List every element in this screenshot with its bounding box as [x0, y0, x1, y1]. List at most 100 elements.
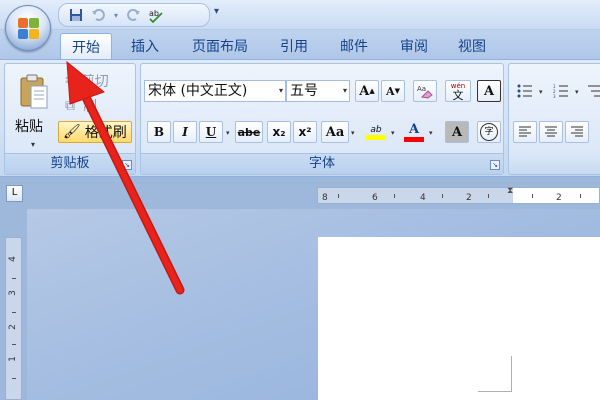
ruler-tick-line — [488, 194, 489, 198]
bold-button[interactable]: B — [147, 121, 171, 143]
font-color-button[interactable]: A — [401, 119, 427, 145]
ruler-tick: 8 — [322, 193, 328, 203]
clipboard-group-label: 剪贴板 — [5, 153, 135, 174]
customize-toolbar-icon[interactable]: ▾ — [214, 6, 219, 17]
change-case-button[interactable]: Aa — [321, 121, 349, 143]
font-dialog-launcher-icon[interactable]: ↘ — [490, 160, 500, 170]
font-name-combobox[interactable]: 宋体 (中文正文) ▾ — [144, 80, 286, 102]
italic-button[interactable]: I — [173, 121, 197, 143]
font-size-combobox[interactable]: 五号 ▾ — [286, 80, 350, 102]
paste-dropdown-icon[interactable]: ▾ — [31, 140, 35, 149]
tab-home[interactable]: 开始 — [60, 33, 112, 59]
underline-button[interactable]: U — [199, 121, 223, 143]
font-name-value: 宋体 (中文正文) — [148, 83, 248, 99]
font-color-dropdown-icon[interactable]: ▾ — [429, 129, 433, 137]
copy-button[interactable]: ⧉ 制 — [65, 95, 97, 117]
superscript-button[interactable]: x² — [293, 121, 317, 143]
office-button[interactable] — [5, 5, 51, 51]
spelling-icon[interactable]: ab — [147, 6, 165, 24]
character-shading-button[interactable]: A — [445, 121, 469, 143]
svg-text:Aa: Aa — [417, 85, 426, 93]
enclose-characters-button[interactable]: 字 — [477, 121, 501, 143]
tab-page-layout[interactable]: 页面布局 — [180, 33, 260, 59]
ruler-tick: 6 — [372, 193, 378, 203]
paragraph-group: ▾ 123 ▾ — [508, 63, 600, 175]
phonetic-guide-button[interactable]: wén 文 — [445, 80, 471, 102]
align-center-icon[interactable] — [539, 121, 563, 143]
tab-references[interactable]: 引用 — [268, 33, 320, 59]
align-right-icon[interactable] — [565, 121, 589, 143]
brush-icon: 🖌 — [63, 124, 81, 140]
svg-text:3: 3 — [553, 94, 556, 98]
undo-dropdown-icon[interactable]: ▾ — [111, 6, 121, 24]
highlight-button[interactable]: ab — [363, 119, 389, 145]
ruler-tick-line — [12, 312, 16, 313]
highlight-dropdown-icon[interactable]: ▾ — [391, 129, 395, 137]
grow-arrow-icon: ▲ — [369, 87, 375, 95]
ribbon-tabs: 开始 插入 页面布局 引用 邮件 审阅 视图 — [0, 30, 600, 59]
vertical-ruler[interactable]: 4 3 2 1 — [5, 237, 22, 400]
cut-label: 剪切 — [80, 74, 109, 90]
shrink-arrow-icon: ▼ — [394, 87, 400, 95]
indent-marker-icon[interactable]: ⧗ — [507, 186, 513, 196]
clipboard-dialog-launcher-icon[interactable]: ↘ — [122, 160, 132, 170]
ruler-tick-line — [394, 194, 395, 198]
tab-review[interactable]: 审阅 — [388, 33, 440, 59]
quick-access-toolbar: ▾ ab — [58, 3, 210, 27]
paste-button[interactable]: 粘贴 ▾ — [11, 70, 59, 154]
page-margin-corner-mark — [511, 356, 512, 392]
redo-icon[interactable] — [125, 6, 143, 24]
highlight-color-bar — [366, 134, 386, 140]
numbering-icon[interactable]: 123 — [549, 80, 573, 102]
strikethrough-button[interactable]: abe — [235, 121, 263, 143]
clipboard-group: 粘贴 ▾ ✂ 剪切 ⧉ 制 🖌 格式刷 剪贴板 ↘ — [4, 63, 136, 175]
font-color-bar — [404, 137, 424, 142]
ruler-tick: 2 — [7, 324, 18, 330]
ruler-tick: 4 — [420, 193, 426, 203]
tab-view[interactable]: 视图 — [446, 33, 498, 59]
ruler-margin-area — [318, 188, 513, 203]
font-group-label: 字体 — [141, 153, 503, 174]
ribbon: 粘贴 ▾ ✂ 剪切 ⧉ 制 🖌 格式刷 剪贴板 ↘ 宋体 (中文正文) ▾ 五号… — [0, 59, 600, 177]
ruler-tick: 4 — [7, 256, 18, 262]
format-painter-button[interactable]: 🖌 格式刷 — [58, 121, 132, 143]
font-name-dropdown-icon[interactable]: ▾ — [279, 81, 283, 101]
ruler-tick: 3 — [7, 290, 18, 296]
multilevel-list-icon[interactable] — [583, 80, 600, 102]
ruler-tick: 2 — [556, 193, 562, 203]
tab-selector-button[interactable]: L — [6, 185, 23, 202]
grow-font-button[interactable]: A ▲ — [355, 80, 379, 102]
copy-icon: ⧉ — [65, 98, 75, 114]
ruler-tick-line — [338, 194, 339, 198]
ruler-tick: 1 — [7, 356, 18, 362]
copy-label: 制 — [83, 99, 97, 115]
shrink-font-button[interactable]: A ▼ — [381, 80, 405, 102]
save-icon[interactable] — [67, 6, 85, 24]
character-border-button[interactable]: A — [477, 80, 501, 102]
clear-formatting-icon[interactable]: Aa — [413, 80, 437, 102]
change-case-dropdown-icon[interactable]: ▾ — [351, 129, 355, 137]
document-page[interactable] — [318, 237, 600, 400]
paste-label: 粘贴 — [15, 119, 43, 135]
subscript-button[interactable]: x₂ — [267, 121, 291, 143]
align-left-icon[interactable] — [513, 121, 537, 143]
tab-mailings[interactable]: 邮件 — [328, 33, 380, 59]
undo-icon[interactable] — [89, 6, 107, 24]
page-margin-corner-mark — [478, 391, 512, 392]
paste-icon — [19, 74, 49, 109]
ruler-tick: 2 — [466, 193, 472, 203]
office-logo-icon — [18, 18, 40, 40]
numbering-dropdown-icon[interactable]: ▾ — [575, 88, 579, 96]
font-size-dropdown-icon[interactable]: ▾ — [343, 81, 347, 101]
bullets-dropdown-icon[interactable]: ▾ — [539, 88, 543, 96]
tab-insert[interactable]: 插入 — [118, 33, 172, 59]
scissors-icon: ✂ — [65, 73, 77, 89]
bullets-icon[interactable] — [513, 80, 537, 102]
horizontal-ruler[interactable]: 8 6 4 2 ⧗ 2 — [317, 186, 600, 204]
underline-dropdown-icon[interactable]: ▾ — [226, 129, 230, 137]
title-bar: ▾ ab ▾ — [0, 0, 600, 30]
cut-button[interactable]: ✂ 剪切 — [65, 70, 109, 92]
ruler-tick-line — [532, 194, 533, 198]
format-painter-label: 格式刷 — [84, 125, 127, 141]
ruler-tick-line — [12, 344, 16, 345]
